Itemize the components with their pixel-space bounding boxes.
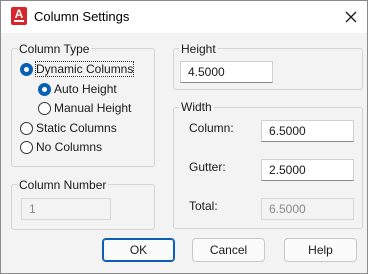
close-icon (345, 11, 357, 23)
column-settings-dialog: A Column Settings Column Type Dynamic Co… (0, 0, 368, 274)
radio-unchecked-icon (20, 122, 33, 135)
cancel-button[interactable]: Cancel (192, 238, 265, 262)
static-columns-radio[interactable]: Static Columns (20, 120, 140, 136)
column-width-label: Column: (189, 121, 234, 135)
total-field: 6.5000 (261, 198, 354, 220)
radio-checked-icon (38, 83, 51, 96)
no-columns-label: No Columns (36, 140, 103, 154)
column-number-field[interactable]: 1 (21, 198, 111, 220)
gutter-field[interactable]: 2.5000 (261, 159, 354, 181)
column-number-legend: Column Number (17, 178, 109, 192)
auto-height-radio[interactable]: Auto Height (38, 81, 148, 97)
radio-unchecked-icon (20, 141, 33, 154)
radio-checked-icon (20, 63, 33, 76)
app-icon-letter: A (14, 7, 24, 21)
column-type-legend: Column Type (17, 42, 92, 56)
column-width-field[interactable]: 6.5000 (261, 120, 354, 142)
window-title: Column Settings (34, 9, 130, 24)
total-label: Total: (189, 199, 218, 213)
title-bar: A Column Settings (1, 1, 367, 33)
ok-button[interactable]: OK (102, 238, 175, 262)
close-button[interactable] (337, 5, 365, 29)
gutter-label: Gutter: (189, 160, 226, 174)
manual-height-radio[interactable]: Manual Height (38, 100, 148, 116)
height-field[interactable]: 4.5000 (180, 61, 273, 83)
manual-height-label: Manual Height (54, 101, 132, 115)
width-legend: Width (179, 100, 214, 114)
help-button[interactable]: Help (284, 238, 357, 262)
dynamic-columns-radio[interactable]: Dynamic Columns (20, 61, 150, 77)
auto-height-label: Auto Height (54, 82, 117, 96)
autocad-app-icon: A (11, 7, 27, 25)
static-columns-label: Static Columns (36, 121, 117, 135)
dynamic-columns-label: Dynamic Columns (34, 61, 135, 77)
no-columns-radio[interactable]: No Columns (20, 139, 140, 155)
radio-unchecked-icon (38, 102, 51, 115)
height-legend: Height (179, 42, 218, 56)
